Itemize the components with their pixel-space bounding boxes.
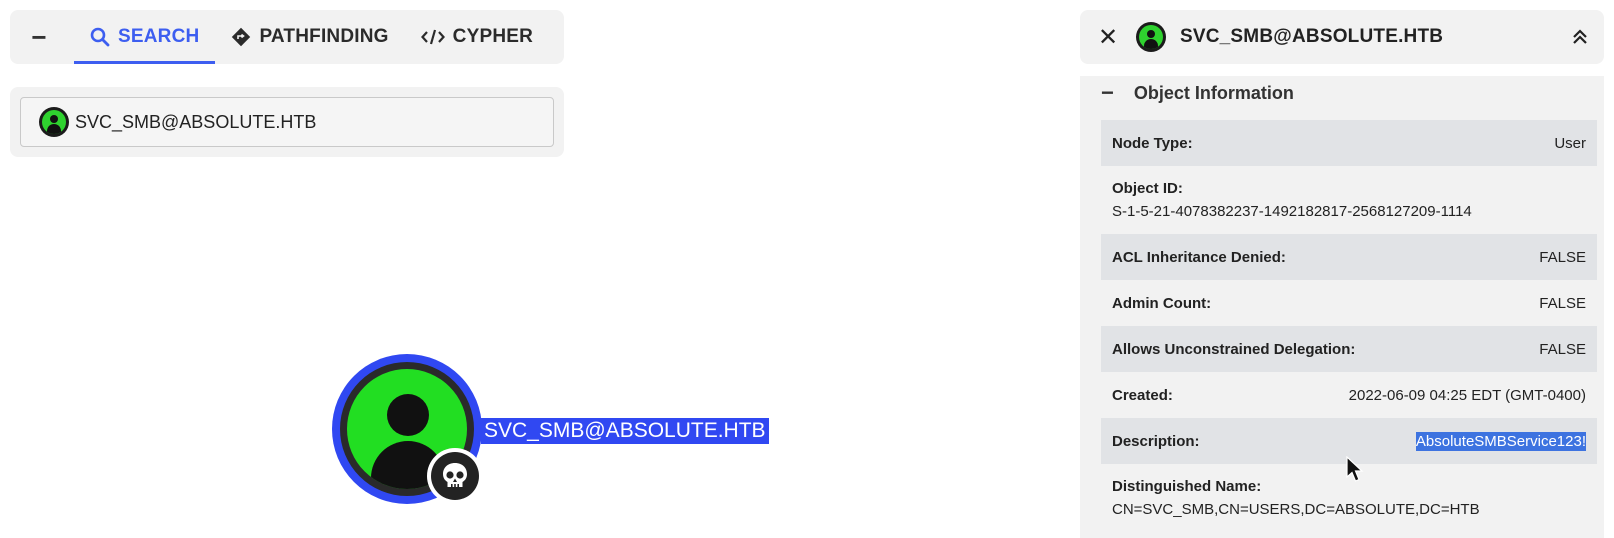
property-key: Created: (1112, 386, 1173, 404)
entity-panel-header: ✕ SVC_SMB@ABSOLUTE.HTB (1080, 10, 1604, 64)
search-panel: SVC_SMB@ABSOLUTE.HTB (10, 87, 564, 157)
graph-node-label[interactable]: SVC_SMB@ABSOLUTE.HTB (481, 418, 769, 444)
property-row-acl-inheritance: ACL Inheritance Denied: FALSE (1101, 234, 1597, 280)
search-input-value: SVC_SMB@ABSOLUTE.HTB (75, 111, 317, 132)
property-row-created: Created: 2022-06-09 04:25 EDT (GMT-0400) (1101, 372, 1597, 418)
search-input[interactable]: SVC_SMB@ABSOLUTE.HTB (20, 97, 554, 147)
user-icon (1136, 22, 1166, 52)
tab-search[interactable]: SEARCH (74, 10, 216, 64)
tab-cypher-label: CYPHER (452, 26, 534, 47)
mouse-cursor-icon (1346, 455, 1364, 489)
property-value: 2022-06-09 04:25 EDT (GMT-0400) (1348, 386, 1586, 404)
property-value: FALSE (1539, 340, 1586, 358)
tab-pathfinding[interactable]: PATHFINDING (215, 10, 404, 64)
property-key: Object ID: (1112, 180, 1183, 197)
user-icon (39, 107, 69, 137)
property-value: FALSE (1539, 294, 1586, 312)
property-value[interactable]: AbsoluteSMBService123! (1415, 431, 1586, 451)
property-key: Node Type: (1112, 134, 1193, 152)
explore-tab-bar: − SEARCH PATHFINDING CYPHER (10, 10, 564, 64)
minus-icon: − (1101, 80, 1114, 105)
search-icon (90, 27, 110, 47)
property-value: FALSE (1539, 248, 1586, 266)
close-icon[interactable]: ✕ (1080, 23, 1136, 52)
tab-pathfinding-label: PATHFINDING (259, 26, 389, 47)
collapse-button[interactable]: − (10, 10, 68, 64)
property-row-object-id: Object ID: S-1-5-21-4078382237-149218281… (1101, 166, 1597, 234)
property-row-admin-count: Admin Count: FALSE (1101, 280, 1597, 326)
property-value: User (1554, 134, 1586, 152)
property-key: Description: (1112, 432, 1200, 450)
code-icon (420, 27, 445, 47)
entity-panel-title: SVC_SMB@ABSOLUTE.HTB (1180, 26, 1444, 47)
property-row-unconstrained-delegation: Allows Unconstrained Delegation: FALSE (1101, 326, 1597, 372)
chevrons-up-icon[interactable] (1556, 28, 1604, 46)
property-value: CN=SVC_SMB,CN=USERS,DC=ABSOLUTE,DC=HTB (1112, 501, 1480, 518)
property-key: Admin Count: (1112, 294, 1212, 312)
object-information-section: − Object Information Node Type: User Obj… (1080, 76, 1604, 538)
skull-icon (427, 448, 483, 504)
section-toggle[interactable]: − Object Information (1080, 76, 1604, 110)
property-value: S-1-5-21-4078382237-1492182817-256812720… (1112, 203, 1472, 220)
property-row-node-type: Node Type: User (1101, 120, 1597, 166)
section-title: Object Information (1133, 82, 1294, 103)
property-key: ACL Inheritance Denied: (1112, 248, 1286, 266)
tab-cypher[interactable]: CYPHER (405, 10, 549, 64)
tab-search-label: SEARCH (118, 26, 200, 47)
diamond-direction-icon (231, 27, 251, 47)
property-key: Allows Unconstrained Delegation: (1112, 340, 1356, 358)
